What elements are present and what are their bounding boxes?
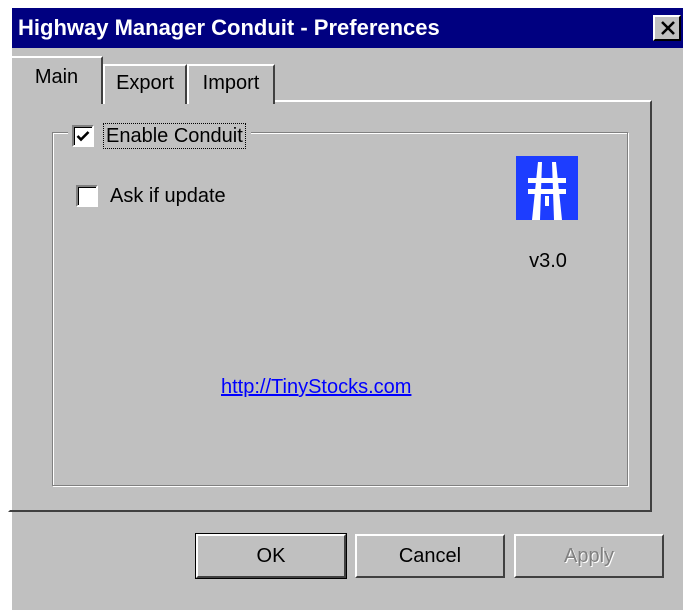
version-label: v3.0 [529,250,567,272]
tab-import[interactable]: Import [187,64,275,104]
close-button[interactable] [653,15,681,41]
apply-button[interactable]: Apply [514,534,664,578]
website-link[interactable]: http://TinyStocks.com [221,376,411,399]
enable-conduit-checkbox[interactable] [72,125,94,147]
tab-import-label: Import [202,72,260,94]
close-icon [661,21,675,35]
enable-conduit-label: Enable Conduit [103,123,246,149]
checkmark-icon [76,131,90,142]
ask-if-update-label: Ask if update [110,185,226,207]
ok-button[interactable]: OK [195,533,347,579]
tab-main[interactable]: Main [10,56,103,104]
cancel-button[interactable]: Cancel [355,534,505,578]
tab-export[interactable]: Export [103,64,187,104]
window-title: Highway Manager Conduit - Preferences [18,15,440,40]
ask-if-update-checkbox[interactable] [76,185,98,207]
tab-export-label: Export [116,72,174,94]
ask-if-update-row[interactable]: Ask if update [76,184,226,208]
highway-icon [516,156,578,220]
enable-conduit-row[interactable]: Enable Conduit [68,122,251,150]
title-bar[interactable]: Highway Manager Conduit - Preferences [12,8,683,48]
tab-main-label: Main [34,66,79,88]
